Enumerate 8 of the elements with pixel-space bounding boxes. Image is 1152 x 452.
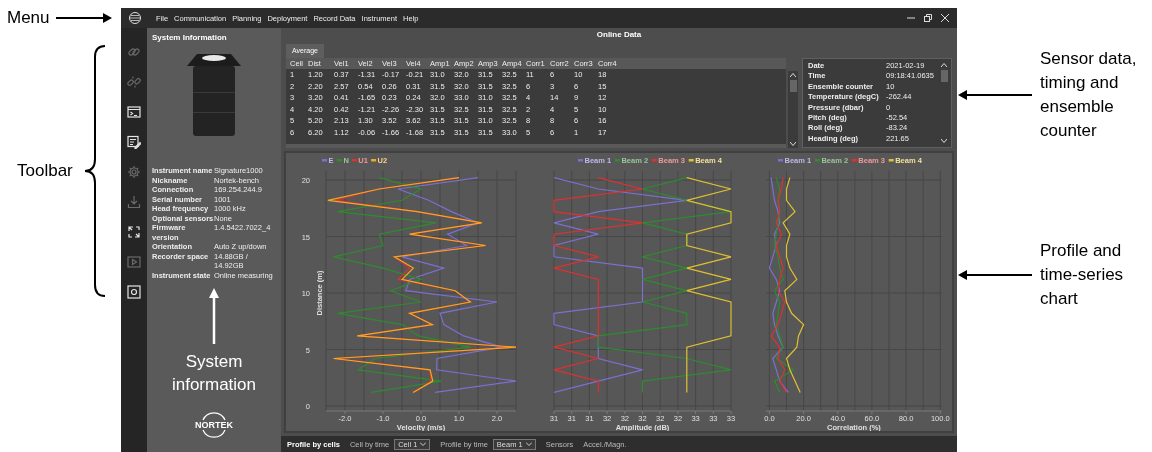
annotation-label: Menu [7,8,50,28]
annotation-label: Toolbar [17,161,73,181]
panel-title: System Information [152,33,228,42]
logo-text: NORTEK [195,420,233,430]
annotation-label: Sensor data, timing and ensemble counter [1040,48,1138,142]
panel-title: Online Data [596,29,642,41]
annotation-label: System information [170,351,258,396]
annotation-label: Profile and time-series chart [1040,240,1125,310]
